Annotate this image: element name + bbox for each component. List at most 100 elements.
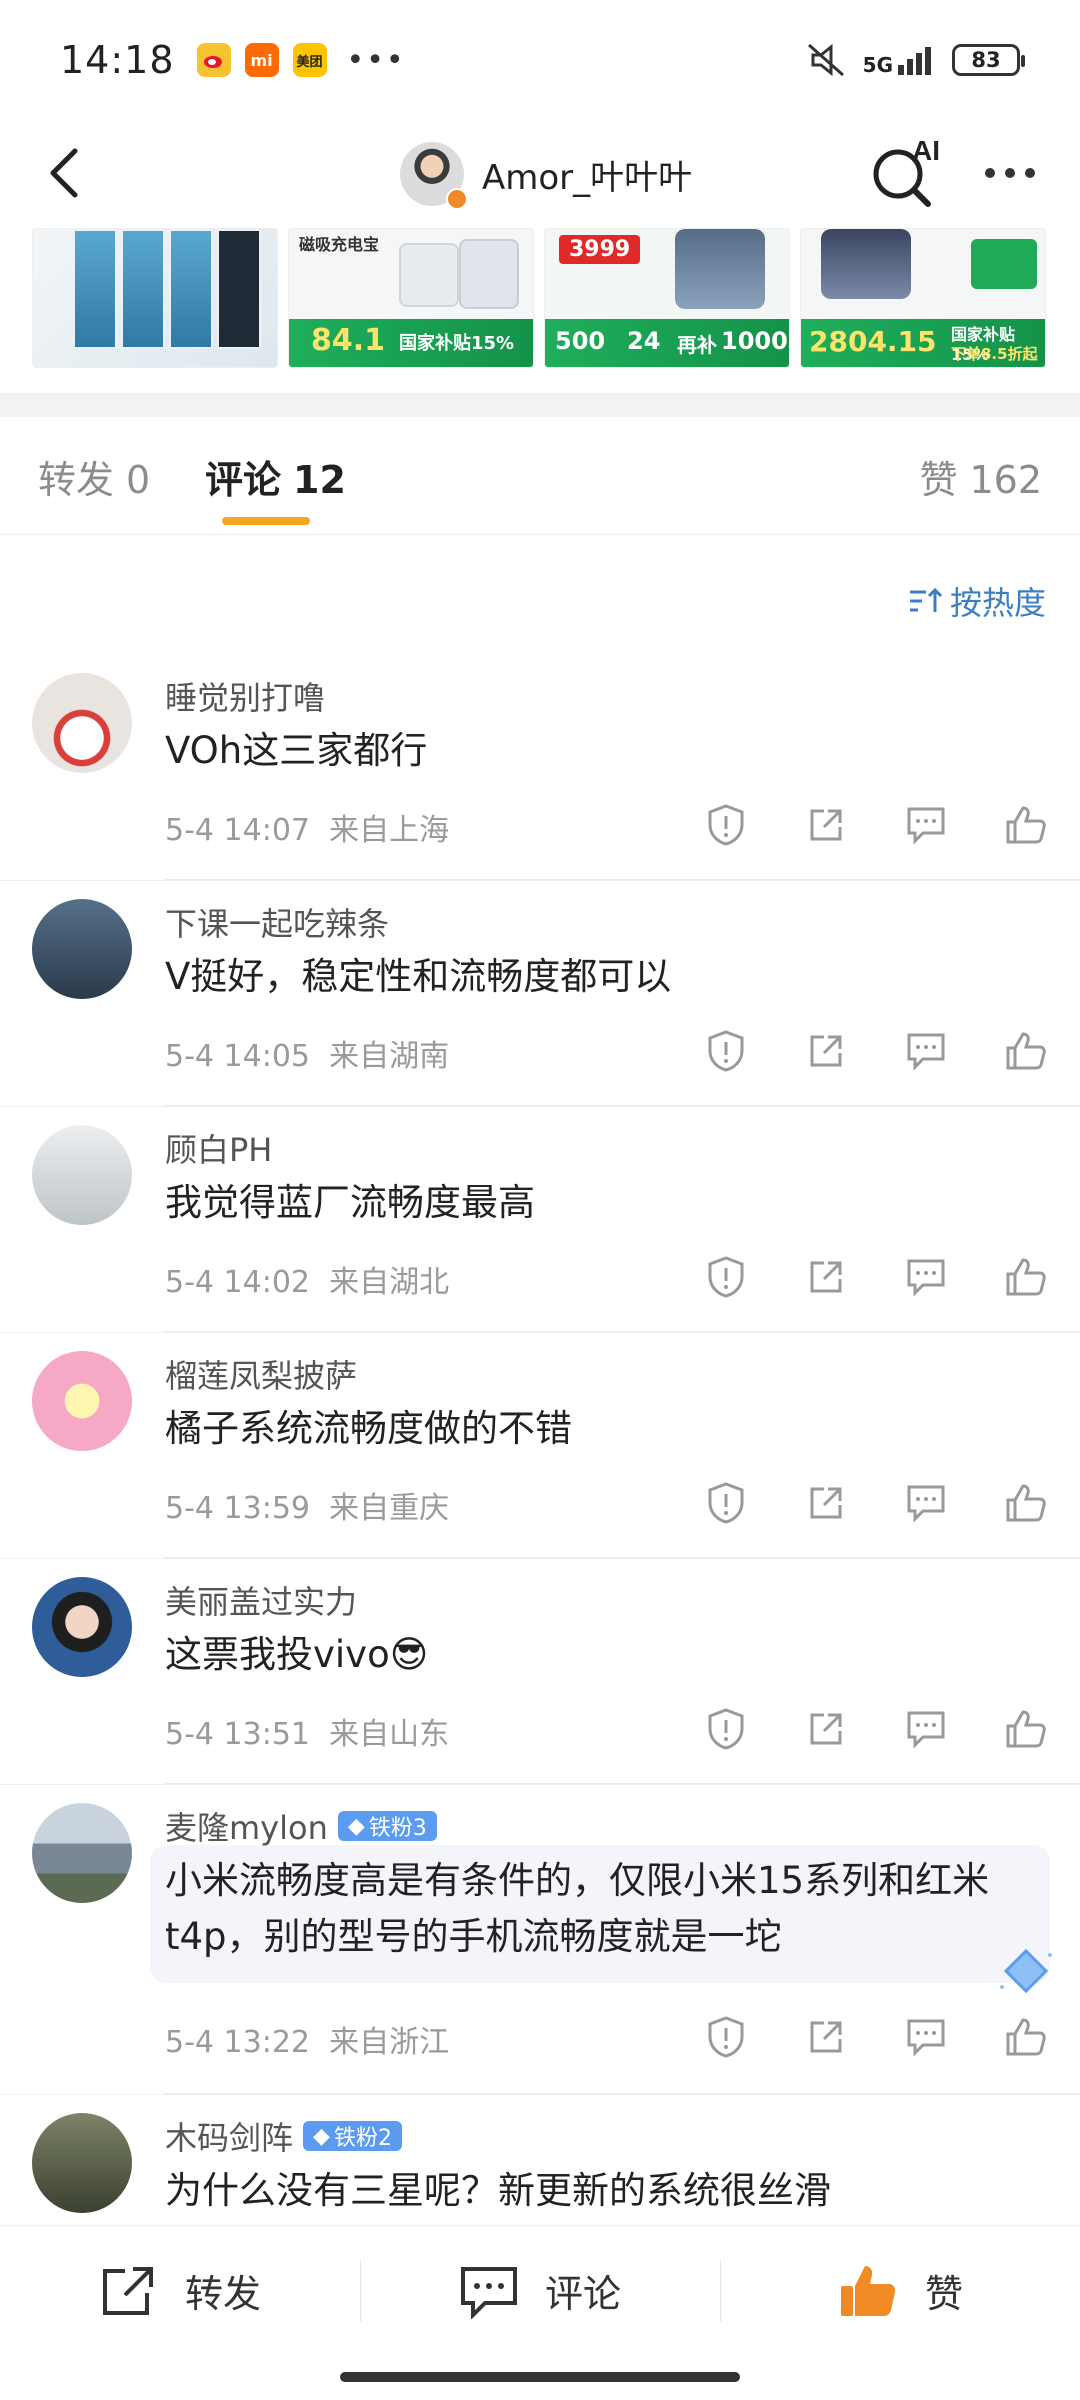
- avatar[interactable]: [400, 142, 468, 210]
- mask-pack: [121, 229, 165, 349]
- comment-username[interactable]: 顾白PH: [165, 1125, 272, 1171]
- divider: [165, 1557, 1080, 1558]
- avatar[interactable]: [32, 899, 132, 999]
- comment-user-row: 下课一起吃辣条: [165, 899, 389, 945]
- report-button[interactable]: [702, 2013, 750, 2061]
- report-button[interactable]: [702, 1705, 750, 1753]
- sort-icon: [909, 587, 942, 612]
- reply-button[interactable]: [902, 1479, 950, 1527]
- report-button[interactable]: [702, 1027, 750, 1075]
- comment-button[interactable]: 评论: [360, 2226, 720, 2355]
- tab-comment[interactable]: 评论 12: [205, 449, 346, 504]
- comment-item[interactable]: 榴莲凤梨披萨 橘子系统流畅度做的不错 5-4 13:59 来自重庆: [0, 1333, 1080, 1559]
- like-button[interactable]: [1002, 801, 1050, 849]
- comment-username[interactable]: 榴莲凤梨披萨: [165, 1351, 357, 1397]
- product-card-power-bank[interactable]: 磁吸充电宝 84.1 国家补贴15%: [288, 228, 534, 368]
- comment-username[interactable]: 睡觉别打噜: [165, 673, 325, 719]
- share-button[interactable]: [802, 1479, 850, 1527]
- tab-like[interactable]: 赞 162: [919, 449, 1042, 504]
- meituan-app-icon: 美团: [292, 43, 327, 77]
- sort-label: 按热度: [949, 584, 1046, 622]
- status-more-icon: •••: [346, 42, 406, 78]
- comment-time: 5-4 13:51: [165, 1717, 310, 1752]
- comment-meta: 5-4 13:51 来自山东: [165, 1709, 449, 1753]
- product-card-facial-mask[interactable]: [32, 228, 278, 368]
- comment-icon: [907, 807, 945, 845]
- thumbs-up-icon: [1006, 1484, 1046, 1522]
- tab-repost[interactable]: 转发 0: [38, 449, 150, 504]
- comment-item[interactable]: 睡觉别打噜 VOh这三家都行 5-4 14:07 来自上海: [0, 655, 1080, 881]
- comment-item[interactable]: 下课一起吃辣条 V挺好，稳定性和流畅度都可以 5-4 14:05 来自湖南: [0, 881, 1080, 1107]
- comment-actions: [702, 1027, 1050, 1075]
- report-button[interactable]: [702, 801, 750, 849]
- avatar[interactable]: [32, 2113, 132, 2213]
- comment-item[interactable]: 麦隆mylon ◆ 铁粉3 小米流畅度高是有条件的，仅限小米15系列和红米t4p，…: [0, 1785, 1080, 2095]
- comment-icon: [907, 1259, 945, 1297]
- comment-item[interactable]: 美丽盖过实力 这票我投vivo😎 5-4 13:51 来自山东: [0, 1559, 1080, 1785]
- product-sub: 下单8.5折起: [951, 345, 1038, 363]
- avatar[interactable]: [32, 673, 132, 773]
- nav-user[interactable]: Amor_叶叶叶: [400, 134, 692, 214]
- avatar[interactable]: [32, 1125, 132, 1225]
- share-button[interactable]: [802, 1253, 850, 1301]
- like-button[interactable]: [1002, 1027, 1050, 1075]
- reply-button[interactable]: [902, 801, 950, 849]
- comment-user-row: 美丽盖过实力: [165, 1577, 357, 1623]
- comment-text: V挺好，稳定性和流畅度都可以: [165, 955, 672, 998]
- comment-location: 来自山东: [329, 1717, 450, 1752]
- sort-toggle[interactable]: 按热度: [908, 578, 1046, 624]
- fan-badge: ◆ 铁粉3: [337, 1811, 437, 1841]
- reply-button[interactable]: [902, 1253, 950, 1301]
- comment-label: 评论: [544, 2272, 621, 2316]
- avatar[interactable]: [32, 1351, 132, 1451]
- like-button[interactable]: [1002, 1253, 1050, 1301]
- comment-time: 5-4 14:02: [165, 1265, 310, 1300]
- reply-button[interactable]: [902, 1027, 950, 1075]
- share-button[interactable]: [802, 1027, 850, 1075]
- comment-user-row: 顾白PH: [165, 1125, 272, 1171]
- subsidy-sticker: [971, 239, 1037, 289]
- comment-item[interactable]: 木码剑阵 ◆ 铁粉2 为什么没有三星呢？新更新的系统很丝滑: [0, 2095, 1080, 2235]
- bottom-toolbar: 转发 评论 赞: [0, 2225, 1080, 2355]
- more-options-button[interactable]: [975, 148, 1045, 198]
- sparkle-diamond-icon: [1000, 1948, 1052, 1994]
- share-button[interactable]: [802, 2013, 850, 2061]
- repost-button[interactable]: 转发: [0, 2226, 360, 2355]
- share-icon: [810, 809, 842, 841]
- like-button[interactable]: [1002, 1705, 1050, 1753]
- comment-time: 5-4 14:05: [165, 1039, 310, 1074]
- like-button[interactable]: [1002, 2013, 1050, 2061]
- tab-label: 转发: [38, 458, 115, 502]
- ai-search-button[interactable]: AI: [868, 130, 948, 210]
- status-app-icons: mi 美团 •••: [196, 42, 406, 78]
- battery-icon: 83: [952, 44, 1025, 76]
- comment-username[interactable]: 木码剑阵: [165, 2113, 293, 2159]
- thumbs-up-icon: [1006, 1258, 1046, 1296]
- avatar[interactable]: [32, 1803, 132, 1903]
- comment-time: 5-4 13:22: [165, 2025, 310, 2060]
- reply-button[interactable]: [902, 2013, 950, 2061]
- home-indicator[interactable]: [340, 2372, 740, 2382]
- comment-username[interactable]: 麦隆mylon: [165, 1803, 328, 1849]
- comment-location: 来自上海: [329, 813, 450, 848]
- report-button[interactable]: [702, 1253, 750, 1301]
- comment-location: 来自湖北: [329, 1265, 450, 1300]
- comment-item[interactable]: 顾白PH 我觉得蓝厂流畅度最高 5-4 14:02 来自湖北: [0, 1107, 1080, 1333]
- comment-icon: [460, 2266, 517, 2319]
- back-button[interactable]: [30, 138, 100, 208]
- report-button[interactable]: [702, 1479, 750, 1527]
- comment-username[interactable]: 下课一起吃辣条: [165, 899, 389, 945]
- like-button[interactable]: [1002, 1479, 1050, 1527]
- avatar[interactable]: [32, 1577, 132, 1677]
- reply-button[interactable]: [902, 1705, 950, 1753]
- share-button[interactable]: [802, 801, 850, 849]
- like-button[interactable]: 赞: [720, 2226, 1080, 2355]
- comment-username[interactable]: 美丽盖过实力: [165, 1577, 357, 1623]
- product-card-phone-deal[interactable]: 3999 500 24 再补 1000: [544, 228, 790, 368]
- product-ad-strip[interactable]: 磁吸充电宝 84.1 国家补贴15% 3999 500 24 再补 1000 2…: [0, 228, 1080, 373]
- share-icon: [810, 1035, 842, 1067]
- dot-icon: [1005, 168, 1015, 178]
- dot-icon: [1025, 168, 1035, 178]
- share-button[interactable]: [802, 1705, 850, 1753]
- product-card-phone-subsidy[interactable]: 2804.15 国家补贴 15% 下单8.5折起: [800, 228, 1046, 368]
